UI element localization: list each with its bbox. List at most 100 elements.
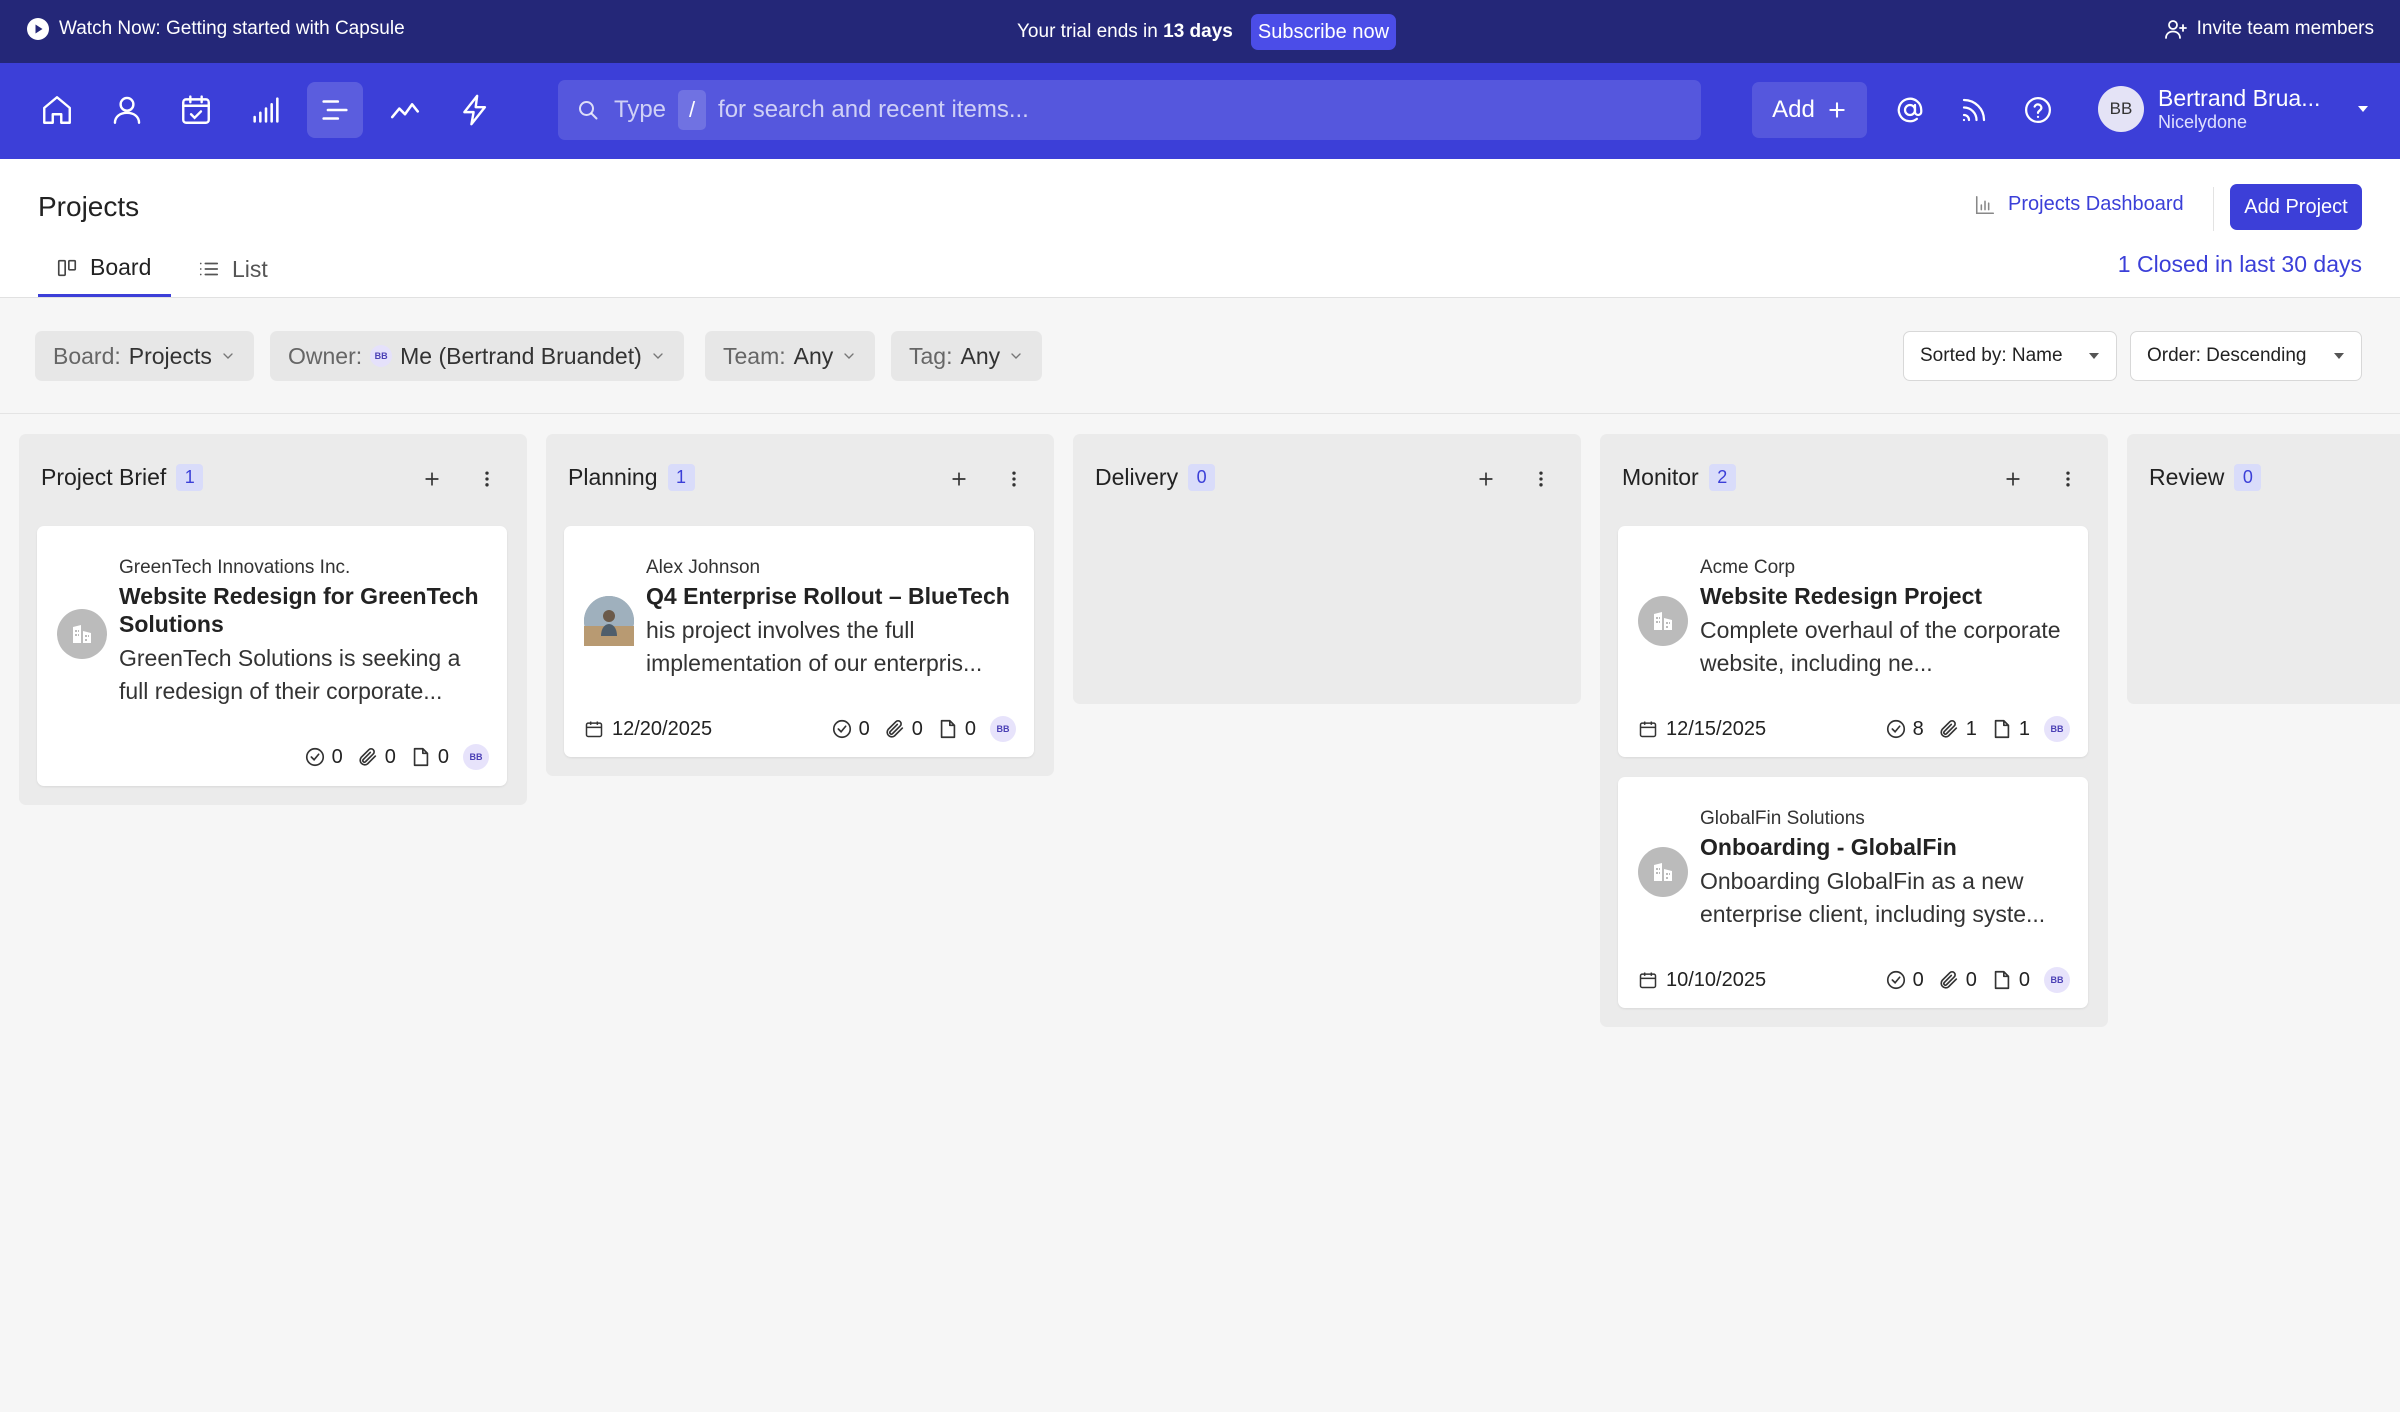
board-filter[interactable]: Board: Projects [35, 331, 254, 381]
subscribe-button[interactable]: Subscribe now [1250, 14, 1397, 50]
add-button[interactable]: Add [1752, 82, 1867, 138]
filters-divider [0, 413, 2400, 414]
nav-feed[interactable] [1946, 82, 2002, 138]
chart-icon [1974, 194, 1996, 216]
task-count-value: 0 [858, 717, 870, 740]
project-card[interactable]: GlobalFin Solutions Onboarding - GlobalF… [1618, 777, 2088, 1008]
owner-filter[interactable]: Owner: BB Me (Bertrand Bruandet) [270, 331, 684, 381]
task-count: 8 [1885, 718, 1924, 741]
add-project-button[interactable]: Add Project [2230, 184, 2362, 230]
owner-avatar: BB [463, 744, 489, 770]
nav-calendar[interactable] [168, 82, 224, 138]
user-menu[interactable]: BB Bertrand Brua... Nicelydone [2098, 85, 2370, 133]
file-count-value: 1 [2018, 717, 2030, 740]
invite-team-button[interactable]: Invite team members [2164, 17, 2374, 41]
card-stats: 8 1 1 BB [1885, 716, 2070, 742]
tab-list-label: List [232, 255, 268, 282]
paperclip-icon [884, 718, 906, 740]
list-icon [198, 258, 220, 280]
nav-reports[interactable] [377, 82, 433, 138]
column-header: Delivery 0 [1095, 464, 1216, 491]
tab-list[interactable]: List [198, 241, 268, 297]
nav-help[interactable] [2010, 82, 2066, 138]
column-title: Monitor [1622, 464, 1699, 490]
card-title: Q4 Enterprise Rollout – BlueTech [646, 583, 1010, 609]
file-count: 0 [410, 746, 449, 769]
page-title: Projects [38, 191, 140, 222]
column-title: Project Brief [41, 464, 167, 490]
header-divider [2213, 187, 2214, 231]
board-column-delivery: Delivery 0 [1073, 434, 1581, 704]
board-column-planning: Planning 1 Alex Johnson Q4 Enterprise Ro… [546, 434, 1054, 776]
building-icon [70, 622, 94, 646]
watch-now-link[interactable]: Watch Now: Getting started with Capsule [26, 17, 405, 41]
nav-home[interactable] [29, 82, 85, 138]
column-more-button[interactable] [467, 459, 507, 499]
column-more-button[interactable] [1521, 459, 1561, 499]
caret-down-icon [2088, 352, 2100, 360]
check-circle-icon [1885, 969, 1907, 991]
board-column-monitor: Monitor 2 Acme Corp Website Redesign Pro… [1600, 434, 2108, 1027]
nav-mentions[interactable] [1882, 82, 1938, 138]
board-filter-value: Projects [128, 342, 212, 369]
line-chart-icon [388, 93, 422, 127]
order-select[interactable]: Order: Descending [2130, 331, 2362, 381]
task-count: 0 [304, 746, 343, 769]
card-title: Onboarding - GlobalFin [1700, 834, 1957, 860]
project-card[interactable]: GreenTech Innovations Inc. Website Redes… [37, 526, 507, 786]
user-plus-icon [2164, 17, 2188, 41]
card-body: GlobalFin Solutions Onboarding - GlobalF… [1700, 807, 2070, 931]
project-card[interactable]: Acme Corp Website Redesign Project Compl… [1618, 526, 2088, 757]
file-count: 0 [937, 718, 976, 741]
tag-filter[interactable]: Tag: Any [891, 331, 1043, 381]
nav-projects[interactable] [307, 82, 363, 138]
attachment-count: 0 [357, 746, 396, 769]
team-filter[interactable]: Team: Any [705, 331, 876, 381]
tab-board[interactable]: Board [38, 241, 172, 297]
file-icon [937, 718, 959, 740]
person-icon [110, 93, 144, 127]
nav-contacts[interactable] [99, 82, 155, 138]
add-card-button[interactable] [1993, 459, 2033, 499]
search-input[interactable]: Type / for search and recent items... [558, 80, 1701, 140]
closed-projects-link[interactable]: 1 Closed in last 30 days [2118, 251, 2362, 278]
sort-select[interactable]: Sorted by: Name [1903, 331, 2117, 381]
more-vertical-icon [2058, 469, 2078, 489]
help-icon [2023, 95, 2053, 125]
promo-bar: Watch Now: Getting started with Capsule … [0, 0, 2400, 63]
column-more-button[interactable] [2048, 459, 2088, 499]
file-icon [1991, 969, 2013, 991]
column-more-button[interactable] [994, 459, 1034, 499]
column-header: Monitor 2 [1622, 464, 1736, 491]
project-card[interactable]: Alex Johnson Q4 Enterprise Rollout – Blu… [564, 526, 1034, 757]
nav-sales[interactable] [238, 82, 294, 138]
plus-icon [1476, 469, 1496, 489]
file-icon [1991, 718, 2013, 740]
card-date-value: 10/10/2025 [1666, 968, 1767, 991]
column-count-badge: 2 [1708, 464, 1736, 491]
projects-dashboard-link[interactable]: Projects Dashboard [1974, 193, 2184, 216]
nav-workflow[interactable] [447, 82, 503, 138]
building-icon [1651, 860, 1675, 884]
sort-select-value: Sorted by: Name [1920, 345, 2063, 366]
more-vertical-icon [477, 469, 497, 489]
add-card-button[interactable] [1466, 459, 1506, 499]
attachment-count-value: 0 [911, 717, 923, 740]
trial-days: 13 days [1163, 21, 1233, 42]
column-header: Planning 1 [568, 464, 695, 491]
add-card-button[interactable] [939, 459, 979, 499]
task-count: 0 [831, 718, 870, 741]
user-name: Bertrand Brua... [2158, 85, 2321, 111]
add-card-button[interactable] [412, 459, 452, 499]
card-date: 12/20/2025 [584, 718, 712, 741]
card-date-value: 12/20/2025 [612, 717, 713, 740]
card-description: his project involves the full implementa… [646, 617, 983, 676]
order-select-value: Order: Descending [2147, 345, 2307, 366]
card-date-value: 12/15/2025 [1666, 717, 1767, 740]
check-circle-icon [831, 718, 853, 740]
team-filter-label: Team: [723, 342, 786, 369]
chevron-down-icon [650, 348, 666, 364]
card-stats: 0 0 0 BB [1885, 967, 2070, 993]
page-header: Projects Projects Dashboard Add Project … [0, 159, 2400, 298]
card-body: GreenTech Innovations Inc. Website Redes… [119, 556, 489, 708]
